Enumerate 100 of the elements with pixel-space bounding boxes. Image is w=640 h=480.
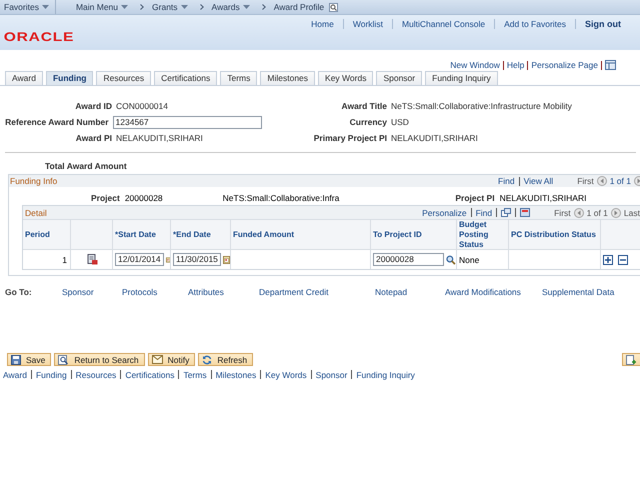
column-header: *Start Date [113,219,171,249]
field-value: 20000028 [124,192,163,202]
search-icon[interactable] [446,254,456,264]
column-header: PC Distribution Status [509,219,601,249]
column-header: Period [23,219,71,249]
footer-link[interactable]: Award [3,370,27,380]
chevron-icon [200,4,204,10]
save-icon [11,354,21,364]
save-button[interactable]: Save [7,353,52,366]
date-field[interactable]: 11/30/2015 [173,253,221,266]
tab[interactable]: Milestones [260,71,316,85]
tab[interactable]: Award [5,71,43,85]
field-label: Award ID [74,101,112,111]
find-link[interactable]: Find [498,176,515,186]
caret-icon [42,5,49,9]
footer-link[interactable]: Key Words [265,370,307,380]
goto-label: Go To: [5,287,33,297]
menu-item[interactable]: Favorites [4,2,39,12]
table-cell: 1 [23,249,71,269]
row-count: 1 of 1 [586,208,608,218]
return-button[interactable]: Return to Search [54,353,145,366]
goto-link[interactable]: Department Credit [259,287,328,297]
column-header: Budget Posting Status [457,219,509,249]
personalize-link[interactable]: Personalize [422,208,467,218]
goto-link[interactable]: Attributes [188,287,224,297]
footer-link[interactable]: Sponsor [316,370,348,380]
column-header: Funded Amount [231,219,371,249]
footer-link[interactable]: Terms [183,370,207,380]
calendar-icon[interactable] [166,254,170,264]
panel-title: Funding Info [9,176,58,186]
caret-icon [242,5,250,9]
logo: ORACLE [2,30,76,44]
first-label: First [554,208,571,218]
field-value: NELAKUDITI,SRIHARI [116,133,203,143]
column-header: *End Date [171,219,231,249]
envelope-icon [152,355,163,364]
page-link[interactable]: New Window [450,60,500,70]
column-header: To Project ID [371,219,457,249]
view-all-link[interactable]: View All [524,176,554,186]
breadcrumb-current[interactable]: Award Profile [274,2,324,12]
header-link[interactable]: Home [311,19,334,29]
footer-link[interactable]: Resources [76,370,116,380]
goto-link[interactable]: Sponsor [62,287,94,297]
header-link[interactable]: Worklist [352,19,383,29]
tab[interactable]: Resources [96,71,152,85]
field-label: Currency [348,117,387,127]
document-icon[interactable] [87,254,98,265]
search-icon[interactable] [329,2,338,12]
field-value: CON0000014 [116,101,168,111]
tab[interactable]: Terms [220,71,258,85]
zoom-grid-icon[interactable] [501,208,512,217]
menu-item[interactable]: Grants [152,2,178,12]
footer-link[interactable]: Certifications [125,370,174,380]
chevron-icon [262,4,266,10]
field-label: Award PI [74,133,112,143]
find-link[interactable]: Find [476,208,492,218]
header-link[interactable]: Add to Favorites [504,19,566,29]
refresh-icon [202,354,212,364]
delete-row-icon[interactable] [618,254,628,264]
add-page-icon [626,354,636,364]
page-link[interactable]: Personalize Page [531,60,598,70]
field-value: USD [391,117,409,127]
sign-out-link[interactable]: Sign out [585,19,621,29]
field-label: Reference Award Number [4,117,109,127]
refresh-button[interactable]: Refresh [198,353,254,366]
menu-item[interactable]: Main Menu [76,2,118,12]
goto-link[interactable]: Notepad [375,287,408,297]
grid-title: Detail [24,208,48,218]
goto-link[interactable]: Supplemental Data [542,287,614,297]
download-icon[interactable] [520,208,530,217]
add-page-button[interactable] [622,353,640,366]
tab[interactable]: Certifications [154,71,218,85]
footer-link[interactable]: Funding Inquiry [356,370,415,380]
goto-link[interactable]: Protocols [122,287,158,297]
notify-button[interactable]: Notify [148,353,196,366]
footer-link[interactable]: Milestones [216,370,256,380]
date-field[interactable]: 12/01/2014 [115,253,164,266]
header-link[interactable]: MultiChannel Console [402,19,486,29]
tab[interactable]: Key Words [318,71,374,85]
tab[interactable]: Sponsor [376,71,422,85]
calendar-icon[interactable] [222,254,230,264]
goto-link[interactable]: Award Modifications [445,287,521,297]
caret-icon [180,5,188,9]
tab[interactable]: Funding [46,71,94,85]
field-label: Project PI [455,192,495,202]
field-label: Total Award Amount [45,161,128,173]
tab[interactable]: Funding Inquiry [425,71,498,85]
page-link[interactable]: Help [506,60,524,70]
input-field[interactable]: 1234567 [112,116,262,128]
first-label: First [577,176,594,186]
table-cell: None [457,249,509,269]
field-value: NELAKUDITI,SRIHARI [391,133,478,143]
caret-icon [121,5,128,9]
layout-icon[interactable] [605,60,616,70]
input-field[interactable]: 20000028 [373,253,444,266]
row-count: 1 of 1 [610,176,631,186]
footer-link[interactable]: Funding [36,370,67,380]
menu-item[interactable]: Awards [212,2,240,12]
field-label: Project [91,192,120,202]
add-row-icon[interactable] [603,254,613,264]
